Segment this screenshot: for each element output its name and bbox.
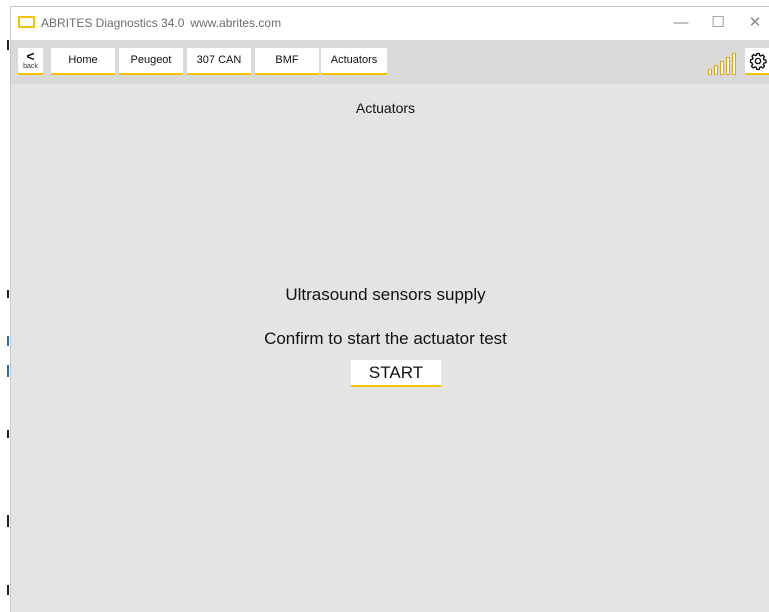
app-url: www.abrites.com (190, 16, 282, 30)
settings-button[interactable] (745, 48, 769, 75)
breadcrumb-307-can[interactable]: 307 CAN (187, 48, 251, 75)
main-content: Actuators Ultrasound sensors supply Conf… (11, 84, 769, 612)
signal-bars-icon (708, 53, 742, 75)
window-title: ABRITES Diagnostics 34.0 www.abrites.com (41, 16, 281, 30)
abrites-logo-icon (18, 16, 35, 28)
back-button[interactable]: < back (18, 48, 43, 75)
gear-icon (749, 52, 767, 70)
breadcrumb-bmf[interactable]: BMF (255, 48, 319, 75)
close-button[interactable]: ✕ (743, 13, 767, 33)
app-title: ABRITES Diagnostics 34.0 (41, 16, 185, 30)
confirm-prompt: Confirm to start the actuator test (264, 329, 507, 348)
start-button[interactable]: START (351, 360, 441, 387)
breadcrumb-home[interactable]: Home (51, 48, 115, 75)
back-label: back (23, 63, 38, 70)
app-window: ABRITES Diagnostics 34.0 www.abrites.com … (10, 6, 769, 612)
breadcrumb-actuators[interactable]: Actuators (321, 48, 387, 75)
breadcrumb-toolbar: < back Home Peugeot 307 CAN BMF Actuator… (11, 40, 769, 84)
chevron-left-icon: < (26, 48, 35, 64)
breadcrumb-peugeot[interactable]: Peugeot (119, 48, 183, 75)
maximize-button[interactable]: ☐ (706, 13, 730, 33)
actuator-test-name: Ultrasound sensors supply (285, 285, 486, 304)
minimize-button[interactable]: — (669, 13, 693, 33)
page-title: Actuators (355, 100, 416, 116)
desktop-edge (0, 0, 10, 612)
title-bar[interactable]: ABRITES Diagnostics 34.0 www.abrites.com … (11, 7, 769, 40)
